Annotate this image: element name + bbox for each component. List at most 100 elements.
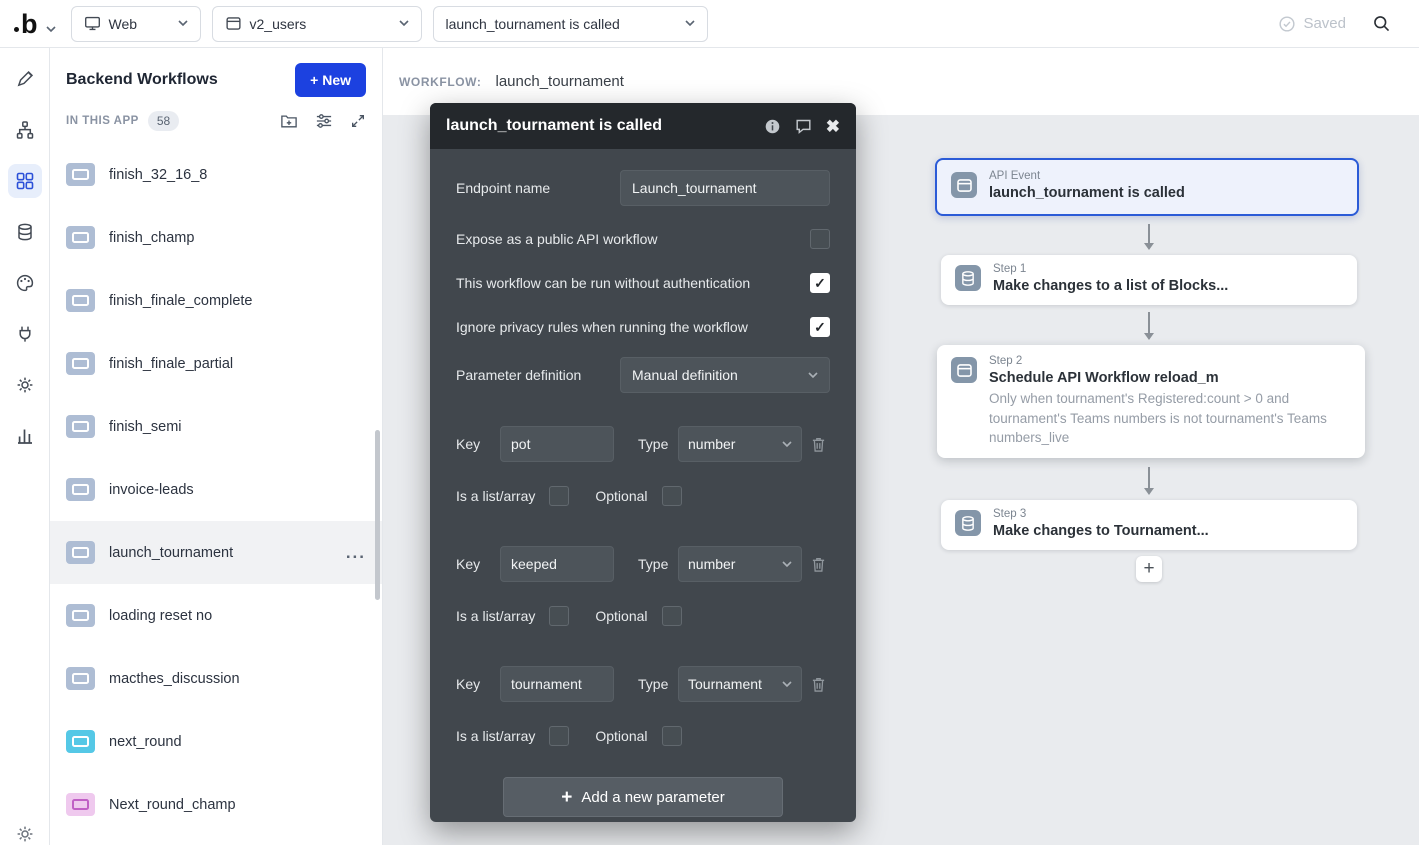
param-type-select[interactable]: Tournament [678, 666, 802, 702]
no-auth-label: This workflow can be run without authent… [456, 275, 750, 291]
step-2-node[interactable]: Step 2 Schedule API Workflow reload_m On… [937, 345, 1365, 458]
workflow-list-item[interactable]: next_round [50, 710, 382, 773]
param-type-select[interactable]: number [678, 546, 802, 582]
new-workflow-button[interactable]: + New [295, 63, 366, 97]
expose-api-checkbox[interactable] [810, 229, 830, 249]
database-icon[interactable] [8, 215, 42, 249]
workflow-dropdown[interactable]: launch_tournament is called [433, 6, 708, 42]
workflow-list: finish_32_16_8 finish_champ finish_final… [50, 143, 382, 836]
item-more-menu[interactable]: ... [346, 543, 366, 563]
chevron-down-icon [808, 372, 818, 379]
flow-arrow [1148, 467, 1150, 491]
page-dropdown[interactable]: v2_users [212, 6, 422, 42]
sidebar-scrollbar[interactable] [375, 430, 380, 600]
endpoint-name-input[interactable] [620, 170, 830, 206]
plugins-plug-icon[interactable] [8, 317, 42, 351]
plus-icon: + [561, 788, 572, 807]
workflow-icon [66, 604, 95, 627]
new-folder-icon[interactable] [280, 113, 298, 129]
workflow-list-item[interactable]: invoice-leads [50, 458, 382, 521]
param-key-input[interactable] [500, 426, 614, 462]
workflow-list-item[interactable]: finish_finale_complete [50, 269, 382, 332]
workflow-list-item-selected[interactable]: launch_tournament ... [50, 521, 382, 584]
optional-label: Optional [595, 608, 647, 624]
backend-workflows-icon[interactable] [8, 164, 42, 198]
no-auth-checkbox[interactable]: ✓ [810, 273, 830, 293]
workflow-list-item[interactable]: loading reset no [50, 584, 382, 647]
delete-parameter-icon[interactable] [811, 436, 826, 453]
is-list-checkbox[interactable] [549, 486, 569, 506]
optional-checkbox[interactable] [662, 726, 682, 746]
comment-icon[interactable] [795, 118, 812, 134]
ignore-privacy-checkbox[interactable]: ✓ [810, 317, 830, 337]
workflow-list-item[interactable]: finish_finale_partial [50, 332, 382, 395]
workflow-item-label: loading reset no [109, 608, 212, 624]
settings-gear-icon[interactable] [8, 368, 42, 402]
page-label: v2_users [250, 16, 307, 32]
workflow-list-item[interactable]: finish_semi [50, 395, 382, 458]
workflow-item-label: finish_champ [109, 230, 194, 246]
save-status-label: Saved [1303, 15, 1346, 32]
expand-panel-icon[interactable] [350, 113, 366, 129]
chevron-down-icon [178, 20, 188, 27]
workflow-item-label: Next_round_champ [109, 797, 236, 813]
parameter-definition-select[interactable]: Manual definition [620, 357, 830, 393]
bubble-logo[interactable]: b [14, 13, 56, 35]
workflow-list-item[interactable]: macthes_discussion [50, 647, 382, 710]
delete-parameter-icon[interactable] [811, 556, 826, 573]
workflow-canvas: WORKFLOW: launch_tournament API Event la… [383, 48, 1419, 845]
is-list-checkbox[interactable] [549, 726, 569, 746]
api-event-node[interactable]: API Event launch_tournament is called [935, 158, 1359, 216]
workflow-item-label: next_round [109, 734, 182, 750]
optional-checkbox[interactable] [662, 606, 682, 626]
platform-label: Web [109, 16, 138, 32]
node-kind-label: Step 3 [993, 508, 1209, 520]
workflow-list-item[interactable]: finish_champ [50, 206, 382, 269]
add-parameter-button[interactable]: + Add a new parameter [503, 777, 783, 817]
is-list-checkbox[interactable] [549, 606, 569, 626]
bottom-gear-icon[interactable] [8, 817, 42, 845]
optional-label: Optional [595, 728, 647, 744]
left-tool-rail [0, 48, 50, 845]
search-icon[interactable] [1372, 14, 1391, 33]
delete-parameter-icon[interactable] [811, 676, 826, 693]
param-key-input[interactable] [500, 546, 614, 582]
chevron-down-icon [399, 20, 409, 27]
current-workflow-name: launch_tournament [496, 73, 624, 90]
workflow-tag-label: WORKFLOW: [399, 75, 482, 89]
optional-checkbox[interactable] [662, 486, 682, 506]
chevron-down-icon [782, 561, 792, 568]
filter-sliders-icon[interactable] [315, 113, 333, 129]
api-event-icon [951, 172, 977, 198]
param-key-input[interactable] [500, 666, 614, 702]
close-icon[interactable]: ✖ [826, 118, 840, 135]
node-title: Schedule API Workflow reload_m [989, 370, 1351, 386]
workflow-icon [66, 289, 95, 312]
workflow-list-item[interactable]: Next_round_champ [50, 773, 382, 836]
workflow-icon [66, 226, 95, 249]
workflow-list-item[interactable]: finish_32_16_8 [50, 143, 382, 206]
dialog-titlebar[interactable]: launch_tournament is called ✖ [430, 103, 856, 149]
workflow-item-label: launch_tournament [109, 545, 233, 561]
node-title: launch_tournament is called [989, 185, 1185, 201]
styles-palette-icon[interactable] [8, 266, 42, 300]
flow-arrow [1148, 312, 1150, 336]
section-label: IN THIS APP [66, 115, 139, 127]
platform-dropdown[interactable]: Web [71, 6, 201, 42]
add-step-button[interactable]: + [1136, 556, 1162, 582]
is-list-label: Is a list/array [456, 488, 535, 504]
workflow-icon [66, 352, 95, 375]
is-list-label: Is a list/array [456, 728, 535, 744]
database-step-icon [955, 265, 981, 291]
param-type-select[interactable]: number [678, 426, 802, 462]
workflow-tree-icon[interactable] [8, 113, 42, 147]
design-pencil-icon[interactable] [8, 62, 42, 96]
step-1-node[interactable]: Step 1 Make changes to a list of Blocks.… [941, 255, 1357, 305]
step-3-node[interactable]: Step 3 Make changes to Tournament... [941, 500, 1357, 550]
workflow-icon [66, 793, 95, 816]
workflow-item-label: macthes_discussion [109, 671, 240, 687]
workflow-item-label: finish_finale_partial [109, 356, 233, 372]
logs-chart-icon[interactable] [8, 419, 42, 453]
key-label: Key [456, 676, 500, 692]
info-icon[interactable] [764, 118, 781, 135]
